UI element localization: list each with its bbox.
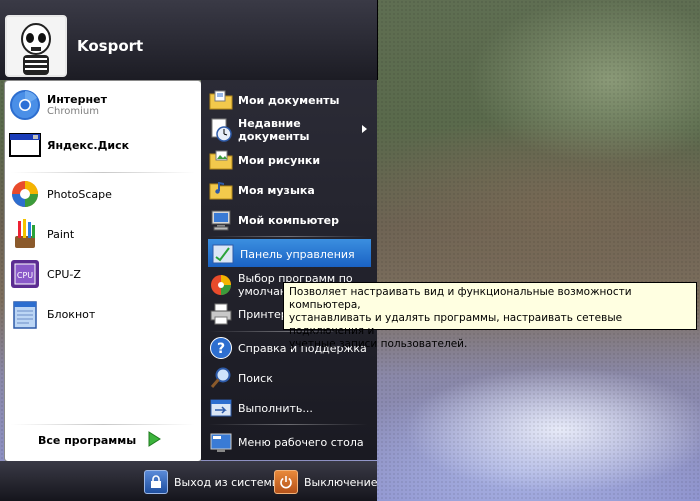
all-programs-button[interactable]: Все программы: [38, 431, 162, 450]
skeleton-avatar-icon: [7, 17, 65, 75]
pinned-item-subtitle: Chromium: [47, 106, 99, 117]
menu-item-label: Меню рабочего стола: [238, 435, 364, 449]
chromium-icon: [9, 89, 41, 121]
menu-item-control-panel[interactable]: Панель управления: [211, 242, 355, 266]
recent-item-label: Paint: [47, 227, 75, 241]
menu-item-label-line2: документы: [238, 130, 310, 143]
green-arrow-icon: [146, 431, 162, 450]
menu-item-label: Мои документы: [238, 93, 340, 107]
logoff-label: Выход из системы: [174, 475, 281, 489]
recent-item-label: Блокнот: [47, 307, 96, 321]
menu-item-my-music[interactable]: Моя музыка: [209, 178, 315, 202]
paint-brushes-icon: [9, 218, 41, 250]
all-programs-separator: [11, 424, 195, 425]
right-separator: [208, 424, 368, 425]
recent-item-notepad[interactable]: Блокнот: [9, 298, 95, 330]
window-icon: [9, 129, 41, 161]
photoscape-icon: [9, 178, 41, 210]
recent-item-cpuz[interactable]: CPU CPU-Z: [9, 258, 81, 290]
pinned-item-title: Яндекс.Диск: [47, 138, 130, 152]
all-programs-label: Все программы: [38, 434, 137, 447]
pinned-item-internet[interactable]: Интернет Chromium: [9, 89, 107, 121]
pinned-item-yandex-disk[interactable]: Яндекс.Диск: [9, 129, 129, 161]
logoff-button[interactable]: Выход из системы: [144, 470, 280, 494]
user-avatar[interactable]: [5, 15, 67, 77]
notepad-icon: [9, 298, 41, 330]
shutdown-button[interactable]: Выключение: [274, 470, 378, 494]
menu-item-my-computer[interactable]: Мой компьютер: [209, 208, 339, 232]
pictures-folder-icon: [209, 148, 233, 172]
search-icon: [209, 366, 233, 390]
menu-item-search[interactable]: Поиск: [209, 366, 273, 390]
svg-text:?: ?: [217, 341, 225, 357]
shutdown-label: Выключение: [304, 475, 378, 489]
music-folder-icon: [209, 178, 233, 202]
desktop-menu-icon: [209, 430, 233, 454]
help-icon: ?: [209, 336, 233, 360]
svg-text:CPU: CPU: [17, 271, 33, 280]
menu-item-label: Выполнить...: [238, 401, 313, 415]
menu-item-label: Поиск: [238, 371, 273, 385]
default-programs-icon: [209, 273, 233, 297]
menu-item-label: Мои рисунки: [238, 153, 321, 167]
menu-item-label: Моя музыка: [238, 183, 315, 197]
menu-item-my-documents[interactable]: Мои документы: [209, 88, 340, 112]
menu-item-desktop-menu[interactable]: Меню рабочего стола: [209, 430, 364, 454]
documents-folder-icon: [209, 88, 233, 112]
submenu-arrow-icon: [362, 125, 367, 133]
start-menu: Kosport Интернет Chromium Яндекс.Диск Pho…: [0, 0, 378, 501]
recent-item-paint[interactable]: Paint: [9, 218, 74, 250]
pinned-item-title: Интернет: [47, 93, 107, 106]
run-icon: [209, 396, 233, 420]
tooltip-line: учетные записи пользователей.: [289, 338, 468, 350]
left-pane: Интернет Chromium Яндекс.Диск PhotoScape …: [4, 80, 202, 462]
menu-item-label-line1: Недавние: [238, 117, 301, 130]
menu-item-label: Мой компьютер: [238, 213, 340, 227]
menu-item-recent-documents[interactable]: Недавние документы: [209, 117, 309, 143]
control-panel-icon: [211, 242, 235, 266]
tooltip-line: устанавливать и удалять программы, настр…: [289, 312, 623, 337]
recent-item-label: PhotoScape: [47, 187, 112, 201]
tooltip-line: Позволяет настраивать вид и функциональн…: [289, 286, 632, 311]
start-menu-header: Kosport: [0, 0, 378, 80]
recent-item-label: CPU-Z: [47, 267, 81, 281]
pinned-separator: [11, 172, 195, 173]
cpuz-icon: CPU: [9, 258, 41, 290]
lock-icon: [144, 470, 168, 494]
recent-item-photoscape[interactable]: PhotoScape: [9, 178, 112, 210]
recent-documents-icon: [209, 118, 233, 142]
right-separator: [208, 236, 368, 237]
printer-icon: [209, 302, 233, 326]
menu-item-run[interactable]: Выполнить...: [209, 396, 313, 420]
power-icon: [274, 470, 298, 494]
user-name: Kosport: [77, 37, 144, 55]
menu-item-label: Панель управления: [240, 247, 355, 261]
menu-item-my-pictures[interactable]: Мои рисунки: [209, 148, 320, 172]
computer-icon: [209, 208, 233, 232]
control-panel-tooltip: Позволяет настраивать вид и функциональн…: [283, 282, 697, 350]
